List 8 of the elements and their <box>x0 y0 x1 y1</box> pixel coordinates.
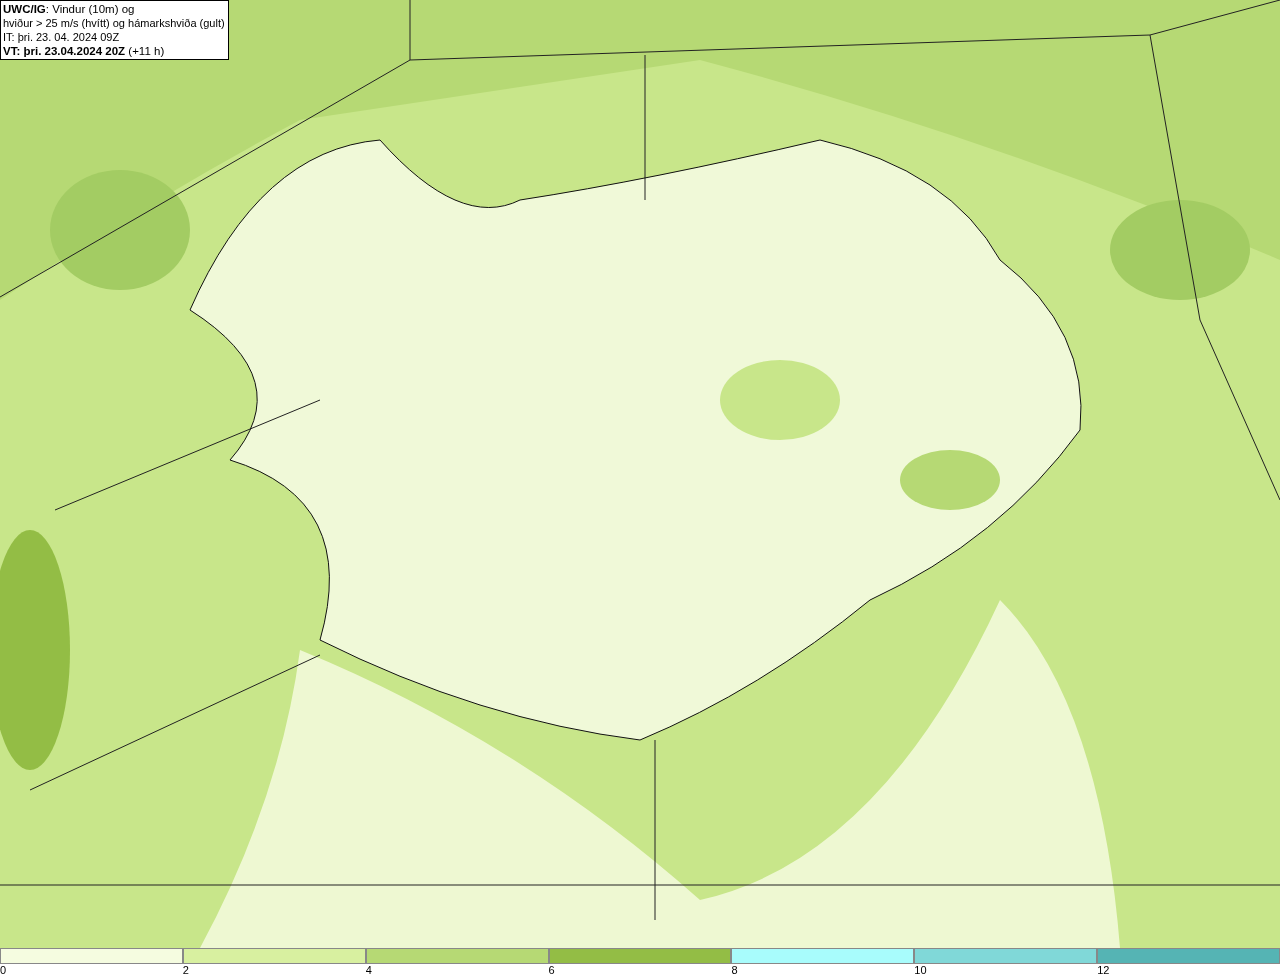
legend-label: 10 <box>914 964 927 977</box>
legend-label: 0 <box>0 964 7 977</box>
legend-label: 4 <box>365 964 372 977</box>
legend-label: 6 <box>548 964 555 977</box>
map-info-box: UWC/IG: Vindur (10m) og hviður > 25 m/s (hvítt) og hámarkshviða (gult) IT: þri. 23. 04. 2024 09Z VT: þri. 23.04.2024 20Z (+11 h) <box>0 0 229 60</box>
legend-label: 2 <box>182 964 189 977</box>
legend-label: 12 <box>1097 964 1110 977</box>
legend-label: 8 <box>731 964 738 977</box>
